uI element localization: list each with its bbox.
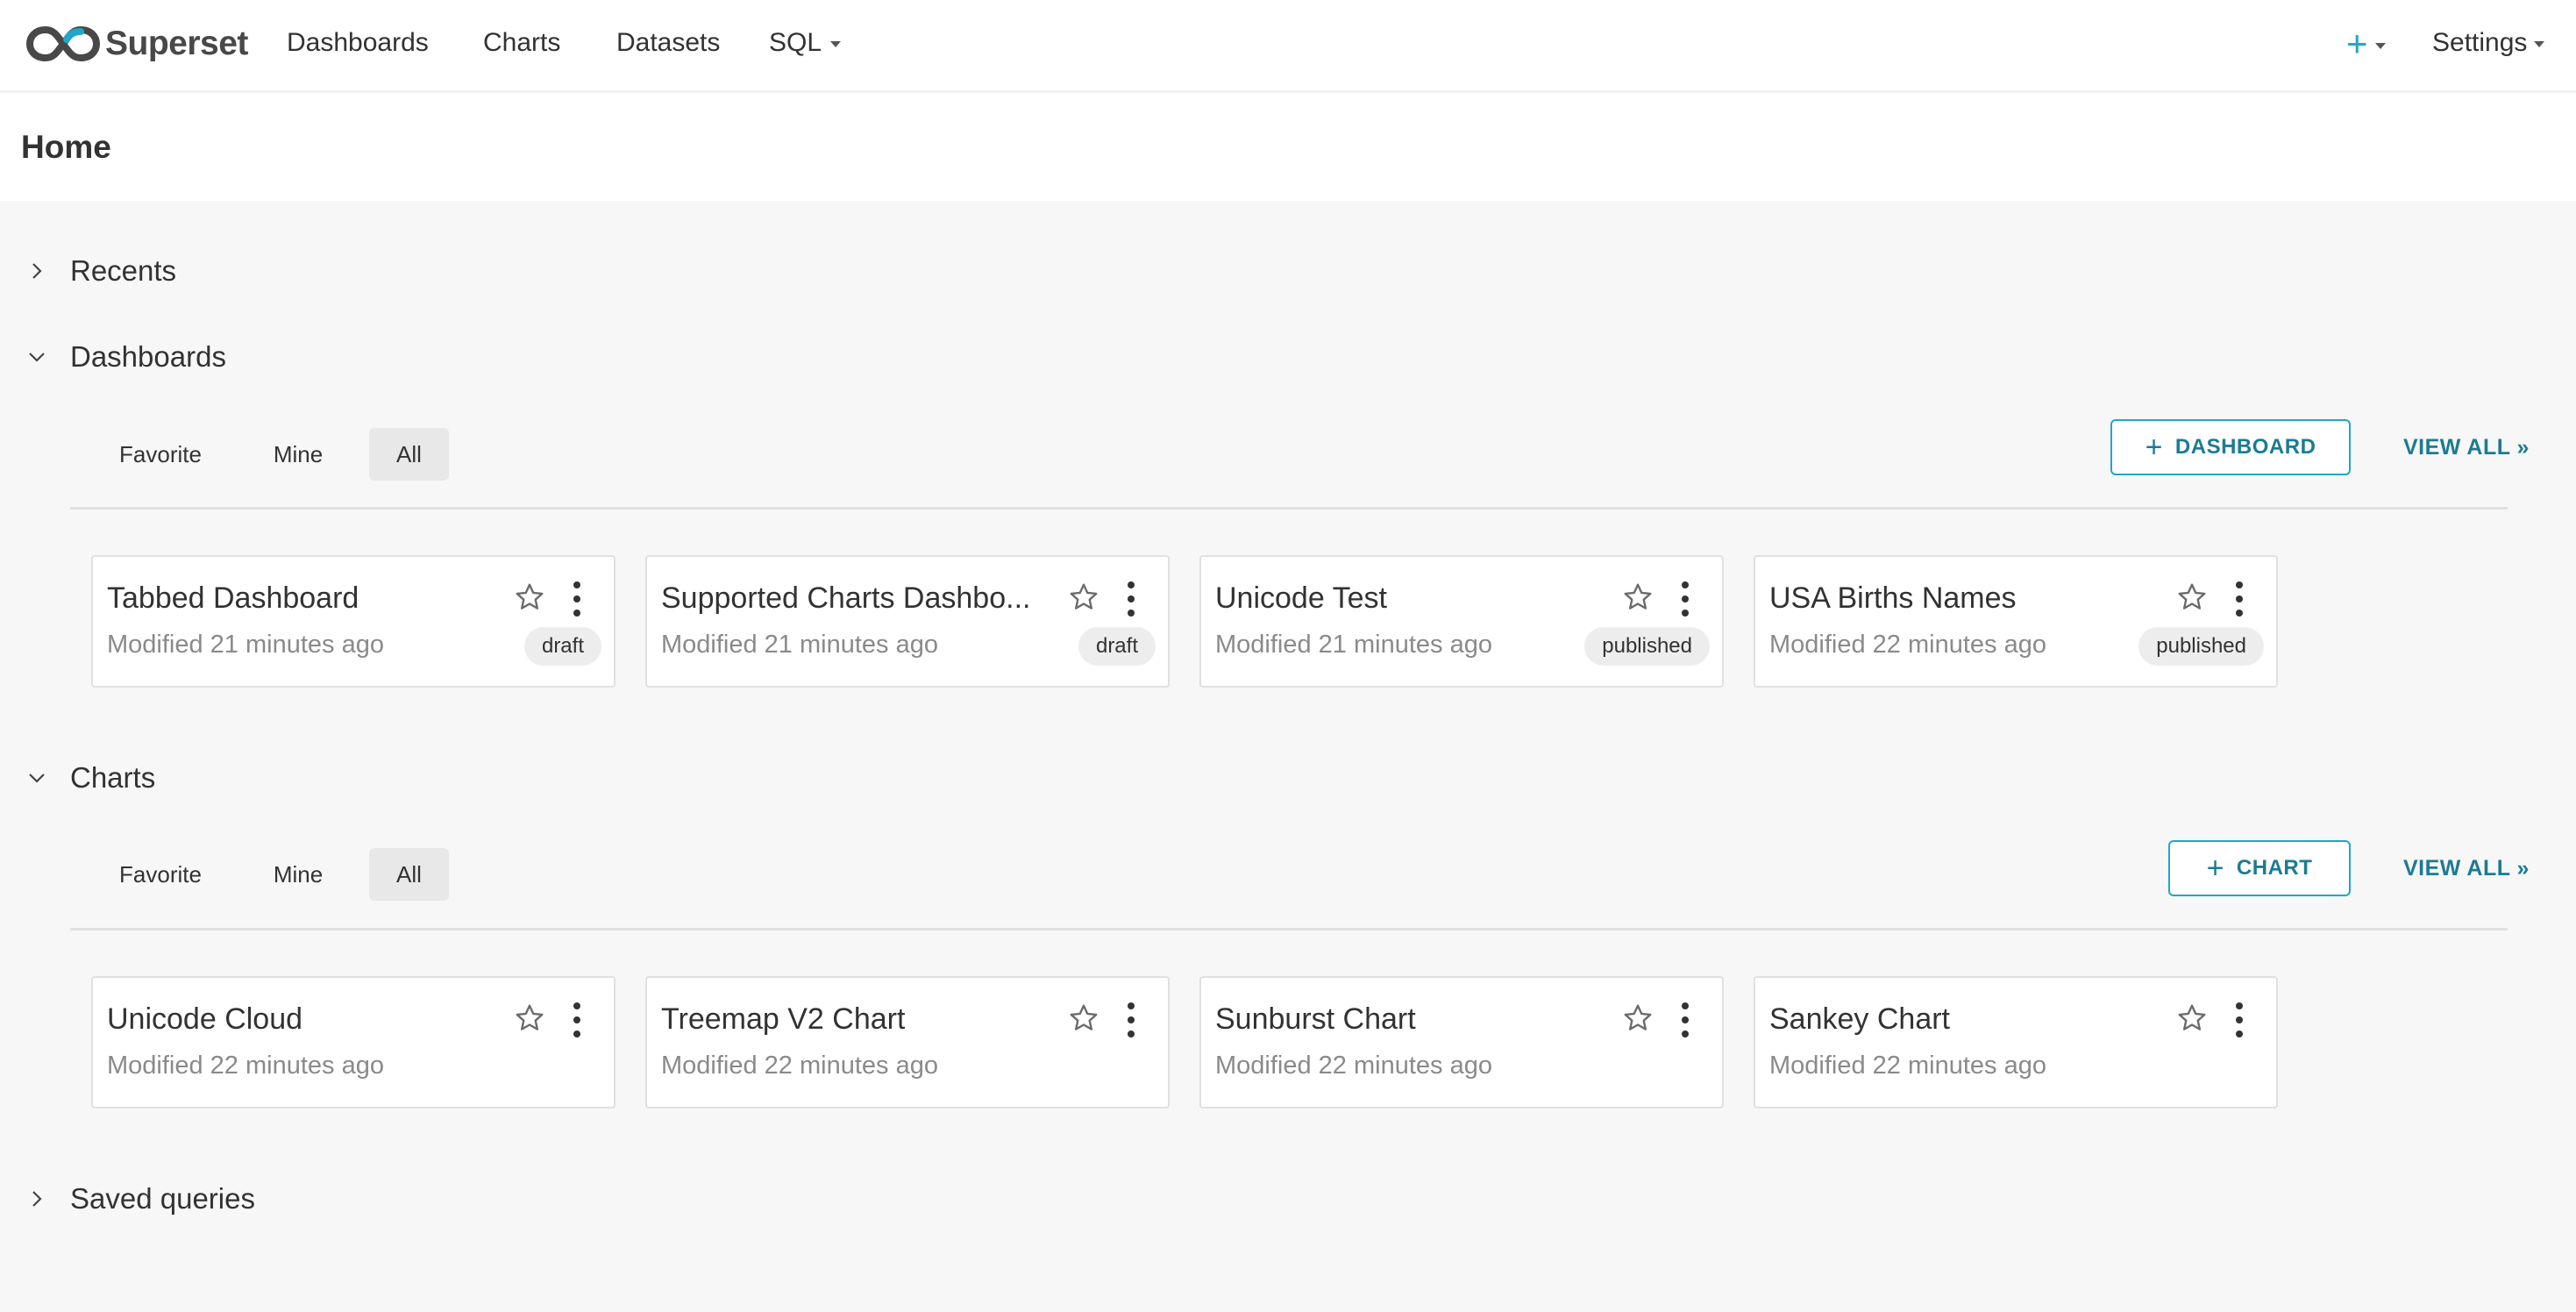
card-modified: Modified 22 minutes ago [1215,1052,1492,1080]
card-modified: Modified 22 minutes ago [107,1052,384,1080]
settings-menu[interactable]: Settings [2432,28,2545,58]
card-title[interactable]: Unicode Cloud [107,1002,302,1037]
tab-all[interactable]: All [369,848,449,901]
page-header: Home [0,94,2576,201]
chart-card[interactable]: Sankey Chart Modified 22 minutes ago [1754,976,2278,1109]
star-icon[interactable] [1068,581,1099,613]
tab-mine[interactable]: Mine [249,428,347,481]
dashboard-card[interactable]: Tabbed Dashboard Modified 21 minutes ago… [91,555,616,688]
card-title[interactable]: Unicode Test [1215,581,1387,616]
dashboard-card[interactable]: USA Births Names Modified 22 minutes ago… [1754,555,2278,688]
card-title[interactable]: Sankey Chart [1769,1002,1950,1037]
more-vertical-icon[interactable] [1678,580,1692,618]
tab-mine[interactable]: Mine [249,848,347,901]
card-title[interactable]: Sunburst Chart [1215,1002,1416,1037]
more-vertical-icon[interactable] [570,1001,584,1039]
section-title: Dashboards [70,340,226,373]
divider [70,928,2508,931]
brand[interactable]: Superset [26,21,248,67]
card-modified: Modified 21 minutes ago [107,631,384,659]
chevron-down-icon [29,353,45,362]
superset-logo-icon [26,25,100,62]
more-vertical-icon[interactable] [1124,580,1138,618]
new-item-menu[interactable]: + [2346,23,2386,65]
section-title: Saved queries [70,1182,255,1215]
plus-icon: + [2145,431,2163,464]
add-dashboard-label: DASHBOARD [2174,435,2316,459]
star-icon[interactable] [1622,581,1654,613]
plus-icon: + [2206,852,2224,885]
caret-down-icon [2534,40,2545,47]
chart-card[interactable]: Unicode Cloud Modified 22 minutes ago [91,976,616,1109]
caret-down-icon [2374,43,2386,50]
top-navbar: Superset Dashboards Charts Datasets SQL … [0,0,2576,92]
status-badge: published [1584,627,1710,666]
nav-sql-label: SQL [769,28,822,57]
section-recents-header[interactable]: Recents [26,254,176,288]
chart-card[interactable]: Sunburst Chart Modified 22 minutes ago [1199,976,1724,1109]
section-dashboards-header[interactable]: Dashboards [26,340,226,374]
nav-datasets[interactable]: Datasets [616,28,720,58]
divider [70,507,2508,510]
card-title[interactable]: USA Births Names [1769,581,2017,616]
more-vertical-icon[interactable] [570,580,584,618]
card-title[interactable]: Supported Charts Dashbo... [661,581,1030,616]
nav-charts[interactable]: Charts [483,28,560,58]
card-modified: Modified 22 minutes ago [1769,1052,2046,1080]
star-icon[interactable] [1068,1002,1099,1034]
tab-all[interactable]: All [369,428,449,481]
section-saved-queries-header[interactable]: Saved queries [26,1182,255,1216]
plus-icon: + [2346,23,2368,64]
page-title: Home [21,129,111,165]
section-charts-header[interactable]: Charts [26,761,155,795]
tab-favorite[interactable]: Favorite [96,428,224,481]
add-chart-button[interactable]: + CHART [2168,840,2351,896]
settings-label: Settings [2432,28,2528,57]
star-icon[interactable] [2176,581,2208,613]
chevron-right-icon [32,1191,42,1207]
status-badge: draft [523,627,601,666]
section-title: Recents [70,254,177,287]
card-modified: Modified 21 minutes ago [1215,631,1492,659]
card-title[interactable]: Tabbed Dashboard [107,581,359,616]
add-chart-label: CHART [2236,856,2313,880]
view-all-dashboards-link[interactable]: VIEW ALL » [2403,435,2530,460]
add-dashboard-button[interactable]: + DASHBOARD [2110,419,2351,475]
card-modified: Modified 21 minutes ago [661,631,938,659]
caret-down-icon [830,40,842,47]
card-title[interactable]: Treemap V2 Chart [661,1002,905,1037]
nav-dashboards[interactable]: Dashboards [287,28,429,58]
status-badge: published [2138,627,2264,666]
dashboard-card[interactable]: Supported Charts Dashbo... Modified 21 m… [645,555,1170,688]
chevron-right-icon [32,263,42,279]
star-icon[interactable] [1622,1002,1654,1034]
view-all-charts-link[interactable]: VIEW ALL » [2403,856,2530,881]
chevron-down-icon [29,774,45,783]
brand-name: Superset [105,25,248,62]
more-vertical-icon[interactable] [2232,580,2246,618]
tab-favorite[interactable]: Favorite [96,848,224,901]
dashboard-card[interactable]: Unicode Test Modified 21 minutes ago pub… [1199,555,1724,688]
card-modified: Modified 22 minutes ago [1769,631,2046,659]
more-vertical-icon[interactable] [1124,1001,1138,1039]
chart-card[interactable]: Treemap V2 Chart Modified 22 minutes ago [645,976,1170,1109]
section-title: Charts [70,761,156,794]
status-badge: draft [1078,627,1156,666]
card-modified: Modified 22 minutes ago [661,1052,938,1080]
more-vertical-icon[interactable] [2232,1001,2246,1039]
star-icon[interactable] [2176,1002,2208,1034]
star-icon[interactable] [514,581,545,613]
nav-sql-menu[interactable]: SQL [769,28,842,58]
more-vertical-icon[interactable] [1678,1001,1692,1039]
star-icon[interactable] [514,1002,545,1034]
